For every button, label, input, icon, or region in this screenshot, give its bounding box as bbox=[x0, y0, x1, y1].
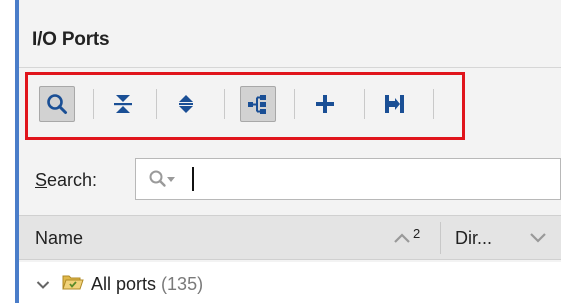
toolbar-separator bbox=[156, 89, 157, 119]
expand-all-icon bbox=[179, 95, 193, 113]
sort-order-number: 2 bbox=[413, 226, 420, 241]
search-box[interactable] bbox=[135, 158, 561, 200]
panel-title: I/O Ports bbox=[32, 29, 110, 50]
group-by-button[interactable] bbox=[240, 86, 276, 122]
group-tree-icon bbox=[248, 95, 266, 114]
column-divider[interactable] bbox=[440, 222, 441, 254]
search-label-rest: earch: bbox=[47, 170, 98, 190]
tree-port-count: (135) bbox=[161, 274, 204, 294]
auto-assign-button[interactable] bbox=[377, 86, 413, 122]
add-port-button[interactable] bbox=[307, 86, 343, 122]
collapse-all-button[interactable] bbox=[105, 86, 141, 122]
search-toggle-button[interactable] bbox=[39, 86, 75, 122]
tree-row-all-ports[interactable]: All ports (135) bbox=[19, 262, 561, 303]
sort-indicator: 2 bbox=[391, 224, 431, 250]
search-label: Search: bbox=[35, 170, 97, 191]
search-label-mnemonic: S bbox=[35, 170, 48, 190]
collapse-all-icon bbox=[114, 95, 132, 113]
text-caret bbox=[192, 167, 194, 191]
chevron-down-icon[interactable] bbox=[529, 231, 547, 243]
tree-label-text: All ports bbox=[91, 274, 157, 294]
header-divider bbox=[19, 67, 561, 68]
toolbar-separator bbox=[433, 89, 434, 119]
toolbar-separator bbox=[224, 89, 225, 119]
search-options-icon[interactable] bbox=[148, 169, 184, 189]
sort-ascending-icon: 2 bbox=[394, 226, 420, 243]
auto-assign-icon bbox=[385, 95, 404, 113]
search-row: Search: bbox=[19, 148, 561, 206]
folder-icon bbox=[62, 273, 84, 291]
tree-label: All ports (135) bbox=[91, 274, 203, 295]
io-ports-window: I/O Ports Search: Name 2 Dir... All port… bbox=[0, 0, 561, 303]
ports-table-header: Name 2 Dir... bbox=[19, 215, 561, 260]
plus-icon bbox=[316, 95, 334, 113]
toolbar-separator bbox=[294, 89, 295, 119]
column-header-name[interactable]: Name bbox=[35, 228, 83, 249]
ports-toolbar bbox=[28, 75, 468, 137]
column-header-direction[interactable]: Dir... bbox=[455, 228, 492, 249]
panel-header: I/O Ports bbox=[19, 0, 561, 72]
expand-all-button[interactable] bbox=[168, 86, 204, 122]
search-input[interactable] bbox=[188, 165, 548, 193]
expand-chevron-icon[interactable] bbox=[36, 277, 50, 289]
toolbar-separator bbox=[364, 89, 365, 119]
io-ports-panel: I/O Ports Search: Name 2 Dir... All port… bbox=[19, 0, 561, 303]
toolbar-separator bbox=[93, 89, 94, 119]
magnifier-icon bbox=[47, 94, 67, 114]
